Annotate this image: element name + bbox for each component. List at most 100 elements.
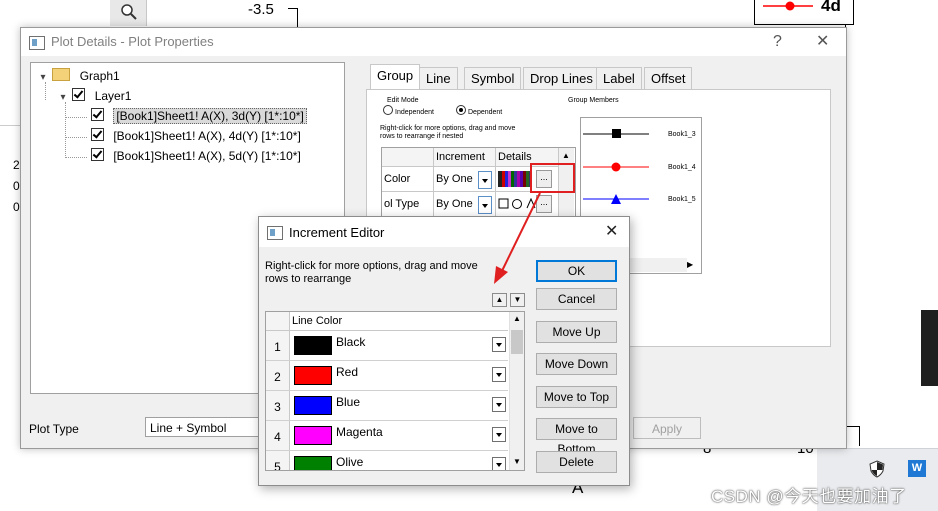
line-color-header: Line Color xyxy=(292,315,343,327)
hint-text: Right-click for more options, drag and m… xyxy=(265,260,478,272)
group-members-label: Group Members xyxy=(568,97,619,104)
shield-icon[interactable] xyxy=(869,460,885,478)
row-number: 2 xyxy=(266,361,290,390)
tab-symbol[interactable]: Symbol xyxy=(464,67,522,89)
move-down-button[interactable]: Move Down xyxy=(536,353,617,375)
move-up-button[interactable]: Move Up xyxy=(536,321,617,343)
tab-drop-lines[interactable]: Drop Lines xyxy=(523,67,600,89)
tree-line xyxy=(65,157,87,158)
chevron-down-icon[interactable] xyxy=(492,397,506,412)
member-label: Book1_3 xyxy=(668,131,696,138)
window-title: Plot Details - Plot Properties xyxy=(51,34,214,49)
close-button[interactable]: ✕ xyxy=(816,34,829,50)
dependent-radio[interactable] xyxy=(456,105,466,115)
plot-checkbox[interactable] xyxy=(91,148,104,161)
move-to-top-button[interactable]: Move to Top xyxy=(536,386,617,408)
hint-text: rows to rearrange xyxy=(265,273,352,285)
move-down-arrow-button[interactable]: ▼ xyxy=(510,293,525,307)
color-swatch xyxy=(294,366,332,385)
graph-toolbar xyxy=(110,0,147,26)
table-scrollbar[interactable]: ▲ ▼ xyxy=(509,312,524,470)
color-name: Olive xyxy=(336,455,364,469)
plot-type-value: Line + Symbol xyxy=(150,421,227,435)
title-bar[interactable]: Increment Editor ✕ xyxy=(259,217,629,247)
option-label: Dependent xyxy=(468,109,503,116)
tree-item-plot[interactable]: [Book1]Sheet1! A(X), 5d(Y) [1*:10*] xyxy=(91,146,301,166)
independent-radio[interactable] xyxy=(383,105,393,115)
table-row[interactable]: 4 Magenta xyxy=(266,421,508,451)
tree-item-plot[interactable]: [Book1]Sheet1! A(X), 4d(Y) [1*:10*] xyxy=(91,126,301,146)
annotation-arrow-icon xyxy=(494,192,541,284)
right-dark-panel xyxy=(921,310,938,386)
table-row[interactable]: 1 Black xyxy=(266,331,508,361)
independent-option[interactable]: Independent xyxy=(383,105,434,117)
line-color-table[interactable]: Line Color 1 Black 2 Red 3 Blue 4 Magent… xyxy=(265,311,525,471)
app-tray-icon[interactable]: W xyxy=(908,460,926,477)
plot-checkbox[interactable] xyxy=(91,108,104,121)
tree-line xyxy=(65,117,87,118)
zoom-icon[interactable] xyxy=(120,3,138,21)
help-button[interactable]: ? xyxy=(773,34,782,50)
window-title: Increment Editor xyxy=(289,225,385,240)
collapse-icon[interactable]: ▾ xyxy=(37,68,49,88)
scroll-up-icon[interactable]: ▲ xyxy=(562,151,570,160)
frame-line xyxy=(859,426,860,446)
layer-checkbox[interactable] xyxy=(72,88,86,101)
legend-box[interactable]: 4d xyxy=(754,0,854,25)
scroll-thumb[interactable] xyxy=(511,330,523,354)
move-to-bottom-button[interactable]: Move to Bottom xyxy=(536,418,617,456)
dependent-option[interactable]: Dependent xyxy=(456,105,502,117)
member-label: Book1_4 xyxy=(668,164,696,171)
left-digit: 0 xyxy=(13,179,20,193)
folder-icon xyxy=(52,68,71,81)
row-label: Color xyxy=(382,167,434,192)
tree-item-label: [Book1]Sheet1! A(X), 5d(Y) [1*:10*] xyxy=(113,149,301,163)
grid-corner xyxy=(382,148,434,167)
row-number: 5 xyxy=(266,451,290,470)
tree-item-label: [Book1]Sheet1! A(X), 3d(Y) [1*:10*] xyxy=(113,108,307,124)
chevron-down-icon[interactable] xyxy=(492,427,506,442)
tree-item-label: [Book1]Sheet1! A(X), 4d(Y) [1*:10*] xyxy=(113,129,301,143)
plot-checkbox[interactable] xyxy=(91,128,104,141)
close-button[interactable]: ✕ xyxy=(605,224,618,240)
chevron-down-icon[interactable] xyxy=(478,171,492,189)
color-swatch xyxy=(294,426,332,445)
tab-label[interactable]: Label xyxy=(596,67,642,89)
chevron-down-icon[interactable] xyxy=(492,457,506,470)
cancel-button[interactable]: Cancel xyxy=(536,288,617,310)
table-row[interactable]: 2 Red xyxy=(266,361,508,391)
tab-offset[interactable]: Offset xyxy=(644,67,693,89)
window-icon xyxy=(29,36,45,50)
chevron-down-icon[interactable] xyxy=(492,367,506,382)
tab-line[interactable]: Line xyxy=(419,67,458,89)
tab-group[interactable]: Group xyxy=(370,64,421,90)
color-name: Blue xyxy=(336,395,361,409)
legend-symbol-icon xyxy=(763,1,813,11)
scroll-down-icon[interactable]: ▼ xyxy=(513,457,521,466)
plot-type-select[interactable]: Line + Symbol xyxy=(145,417,260,437)
tree-item-graph[interactable]: ▾ Graph1 xyxy=(37,66,120,86)
table-row[interactable]: 3 Blue xyxy=(266,391,508,421)
divider xyxy=(0,125,22,126)
tree-item-plot[interactable]: [Book1]Sheet1! A(X), 3d(Y) [1*:10*] xyxy=(91,106,307,126)
scroll-up-icon[interactable]: ▲ xyxy=(513,314,521,323)
scroll-right-icon[interactable]: ▶ xyxy=(687,260,693,269)
table-row[interactable]: 5 Olive xyxy=(266,451,508,470)
member-label: Book1_5 xyxy=(668,196,696,203)
color-swatch xyxy=(294,336,332,355)
window-icon xyxy=(267,226,283,240)
title-bar[interactable]: Plot Details - Plot Properties ? ✕ xyxy=(21,28,846,56)
plot-type-label: Plot Type xyxy=(29,422,79,436)
chevron-down-icon[interactable] xyxy=(492,337,506,352)
delete-button[interactable]: Delete xyxy=(536,451,617,473)
color-name: Magenta xyxy=(336,425,383,439)
move-up-arrow-button[interactable]: ▲ xyxy=(492,293,507,307)
member-lines-icon xyxy=(583,129,649,204)
left-digit: 0 xyxy=(13,200,20,214)
apply-button[interactable]: Apply xyxy=(633,417,701,439)
tree-line xyxy=(65,137,87,138)
color-name: Black xyxy=(336,335,366,349)
collapse-icon[interactable]: ▾ xyxy=(57,88,69,108)
color-list-icon xyxy=(498,171,532,187)
tree-item-layer[interactable]: ▾ Layer1 xyxy=(57,86,131,106)
